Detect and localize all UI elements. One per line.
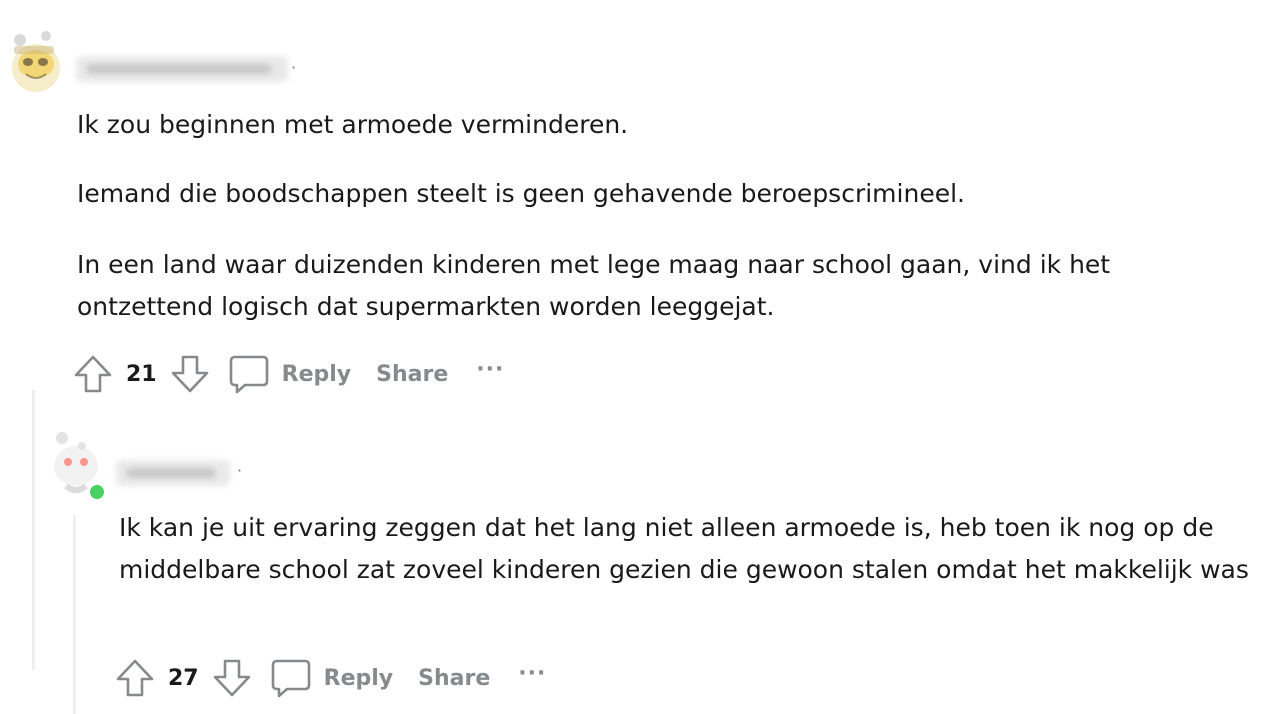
- vote-score: 27: [168, 665, 199, 691]
- upvote-icon: [116, 659, 154, 697]
- comment-body: Ik kan je uit ervaring zeggen dat het la…: [119, 507, 1269, 591]
- downvote-icon: [213, 659, 250, 697]
- separator-dot: ·: [237, 461, 243, 480]
- share-button[interactable]: Share: [418, 666, 490, 691]
- comment-actions: 27 Reply Share ···: [114, 656, 546, 700]
- reply-comment: · Ik kan je uit ervaring zeggen dat het …: [0, 0, 1284, 714]
- reply-button[interactable]: Reply: [271, 657, 394, 699]
- comment-paragraph: Ik kan je uit ervaring zeggen dat het la…: [119, 513, 1249, 584]
- online-indicator: [88, 483, 106, 501]
- upvote-button[interactable]: [114, 657, 156, 699]
- comment-bubble-icon: [271, 659, 310, 698]
- downvote-button[interactable]: [211, 657, 253, 699]
- more-options-button[interactable]: ···: [518, 661, 546, 686]
- comment-author[interactable]: [116, 460, 230, 486]
- reply-label: Reply: [323, 665, 394, 691]
